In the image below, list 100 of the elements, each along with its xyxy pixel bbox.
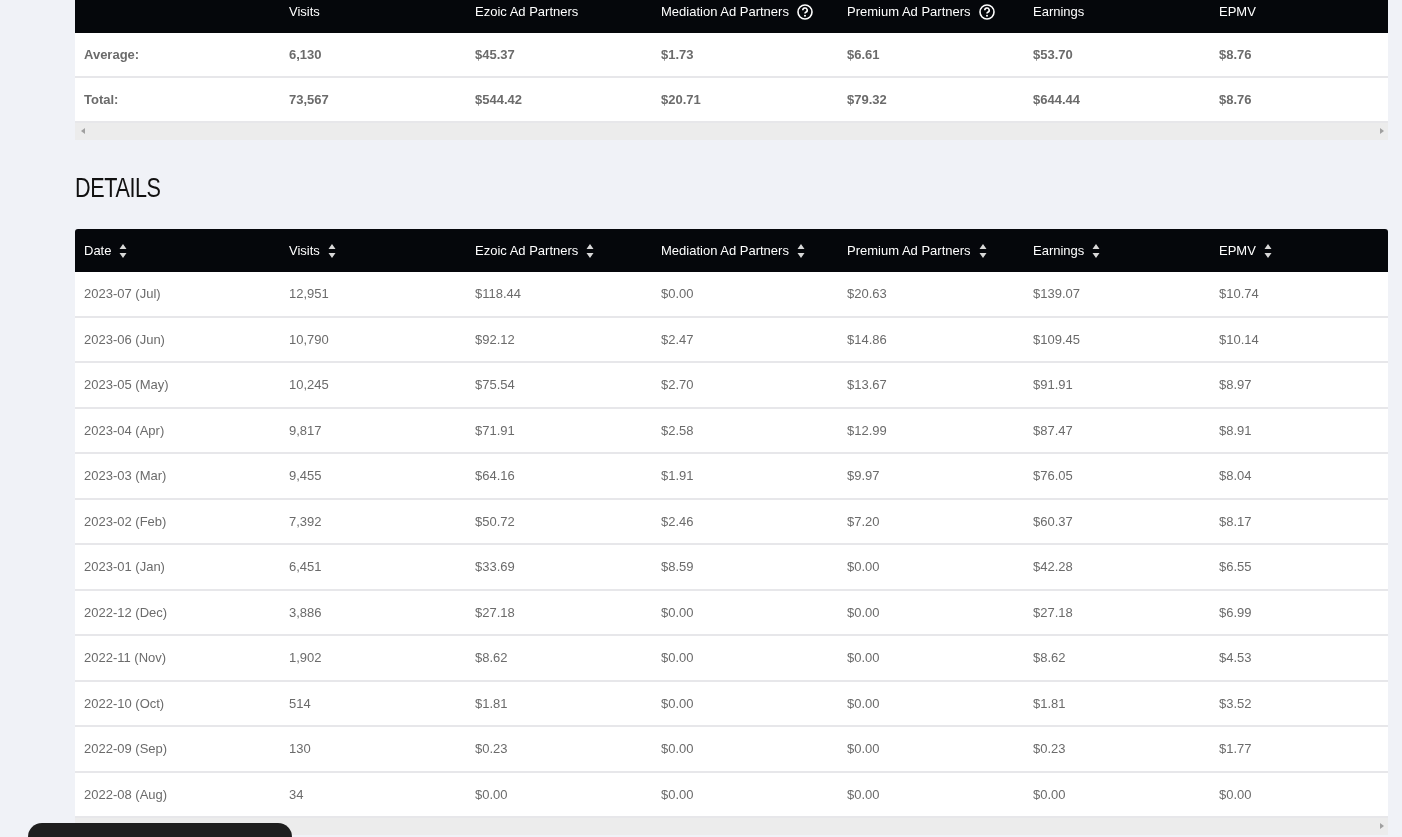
table-cell-text: $0.00	[1218, 785, 1253, 804]
sort-icon	[796, 242, 805, 259]
table-cell-text: 2022-08 (Aug)	[83, 785, 169, 804]
table-cell-text: 2022-11 (Nov)	[83, 649, 168, 668]
table-cell-text: 2023-07 (Jul)	[83, 285, 162, 304]
column-header[interactable]: Ezoic Ad Partners	[475, 243, 579, 258]
column-header: Mediation Ad Partners	[661, 4, 789, 19]
column-header: Visits	[289, 4, 320, 19]
table-cell-text: $42.28	[1032, 558, 1074, 577]
table-cell-text: $0.00	[660, 785, 695, 804]
column-header[interactable]: Premium Ad Partners	[847, 243, 971, 258]
column-header[interactable]: Earnings	[1033, 243, 1085, 258]
help-icon	[796, 4, 813, 20]
table-cell-text: $79.32	[846, 91, 888, 109]
table-cell-text: $0.00	[846, 649, 881, 668]
table-cell-text: $1.73	[660, 46, 695, 64]
column-header: Earnings	[1033, 4, 1085, 19]
table-cell-text: 2023-03 (Mar)	[83, 467, 168, 486]
table-cell-text: 34	[288, 785, 305, 804]
table-cell-text: 130	[288, 740, 312, 759]
column-header[interactable]: EPMV	[1219, 243, 1256, 258]
table-cell-text: $0.00	[660, 285, 695, 304]
horizontal-scrollbar[interactable]	[75, 123, 1388, 140]
table-cell-text: 1,902	[288, 649, 323, 668]
table-cell-text: 2023-02 (Feb)	[83, 512, 168, 531]
table-cell-text: 10,790	[288, 330, 330, 349]
column-header[interactable]: Date	[84, 243, 112, 258]
table-cell-text: $64.16	[474, 467, 516, 486]
table-cell-text: $6.61	[846, 46, 881, 64]
table-cell-text: $6.99	[1218, 603, 1253, 622]
table-cell-text: 2022-09 (Sep)	[83, 740, 169, 759]
help-icon	[978, 4, 995, 20]
table-cell-text: $0.23	[1032, 740, 1067, 759]
table-cell-text: Average:	[83, 46, 141, 64]
table-cell-text: $20.71	[660, 91, 702, 109]
column-header: Ezoic Ad Partners	[475, 4, 579, 19]
table-cell-text: 2023-05 (May)	[83, 376, 170, 395]
section-heading: DETAILS	[75, 173, 161, 203]
table-cell-text: 9,817	[288, 421, 323, 440]
table-cell-text: $0.00	[846, 694, 881, 713]
sort-icon	[586, 242, 595, 259]
table-cell-text: $8.97	[1218, 376, 1253, 395]
table-cell-text: $2.70	[660, 376, 695, 395]
table-cell-text: $1.77	[1218, 740, 1253, 759]
table-cell-text: $8.17	[1218, 512, 1253, 531]
table-cell-text: 3,886	[288, 603, 323, 622]
table-cell-text: $118.44	[474, 285, 523, 304]
column-header[interactable]: Mediation Ad Partners	[661, 243, 789, 258]
table-cell-text: $87.47	[1032, 421, 1074, 440]
table-cell-text: $0.00	[846, 740, 881, 759]
table-cell-text: $13.67	[846, 376, 888, 395]
table-cell-text: $27.18	[1032, 603, 1074, 622]
table-cell-text: $1.81	[474, 694, 509, 713]
table-cell-text: $0.00	[660, 603, 695, 622]
table-cell-text: 73,567	[288, 91, 330, 109]
table-cell-text: $75.54	[474, 376, 516, 395]
table-cell-text: $8.76	[1218, 46, 1253, 64]
sort-icon	[1263, 242, 1272, 259]
table-cell-text: $91.91	[1032, 376, 1074, 395]
table-cell-text: $33.69	[474, 558, 516, 577]
table-cell-text: $644.44	[1032, 91, 1081, 109]
table-cell-text: $2.47	[660, 330, 695, 349]
table-cell-text: $4.53	[1218, 649, 1253, 668]
table-cell-text: $0.00	[660, 740, 695, 759]
table-cell-text: $0.00	[474, 785, 509, 804]
table-cell-text: Total:	[83, 91, 120, 109]
table-cell-text: 2023-04 (Apr)	[83, 421, 166, 440]
table-cell-text: $544.42	[474, 91, 523, 109]
sort-icon	[327, 242, 336, 259]
table-cell-text: $7.20	[846, 512, 881, 531]
table-cell-text: $14.86	[846, 330, 888, 349]
table-cell-text: $0.00	[660, 649, 695, 668]
table-cell-text: $1.91	[660, 467, 695, 486]
table-cell-text: 6,451	[288, 558, 323, 577]
table-cell-text: $10.14	[1218, 330, 1260, 349]
table-cell-text: $92.12	[474, 330, 516, 349]
column-header[interactable]: Visits	[289, 243, 320, 258]
table-cell-text: 9,455	[288, 467, 323, 486]
sort-icon	[1092, 242, 1101, 259]
table-cell-text: $0.00	[846, 785, 881, 804]
sort-icon	[119, 242, 128, 259]
table-cell-text: 6,130	[288, 46, 323, 64]
table-cell-text: $9.97	[846, 467, 881, 486]
table-cell-text: $2.46	[660, 512, 695, 531]
table-cell-text: $1.81	[1032, 694, 1067, 713]
table-cell-text: $8.91	[1218, 421, 1253, 440]
table-cell-text: $6.55	[1218, 558, 1253, 577]
column-header: Premium Ad Partners	[847, 4, 971, 19]
table-cell-text: 2023-06 (Jun)	[83, 330, 166, 349]
table-cell-text: $8.62	[1032, 649, 1067, 668]
table-cell-text: $60.37	[1032, 512, 1074, 531]
table-cell-text: $53.70	[1032, 46, 1074, 64]
table-cell-text: $109.45	[1032, 330, 1081, 349]
table-cell-text: $2.58	[660, 421, 695, 440]
table-cell-text: $71.91	[474, 421, 516, 440]
table-cell-text: $139.07	[1032, 285, 1081, 304]
table-cell-text: 514	[288, 694, 312, 713]
table-cell-text: $45.37	[474, 46, 516, 64]
table-cell-text: $0.00	[846, 558, 881, 577]
table-cell-text: $50.72	[474, 512, 516, 531]
